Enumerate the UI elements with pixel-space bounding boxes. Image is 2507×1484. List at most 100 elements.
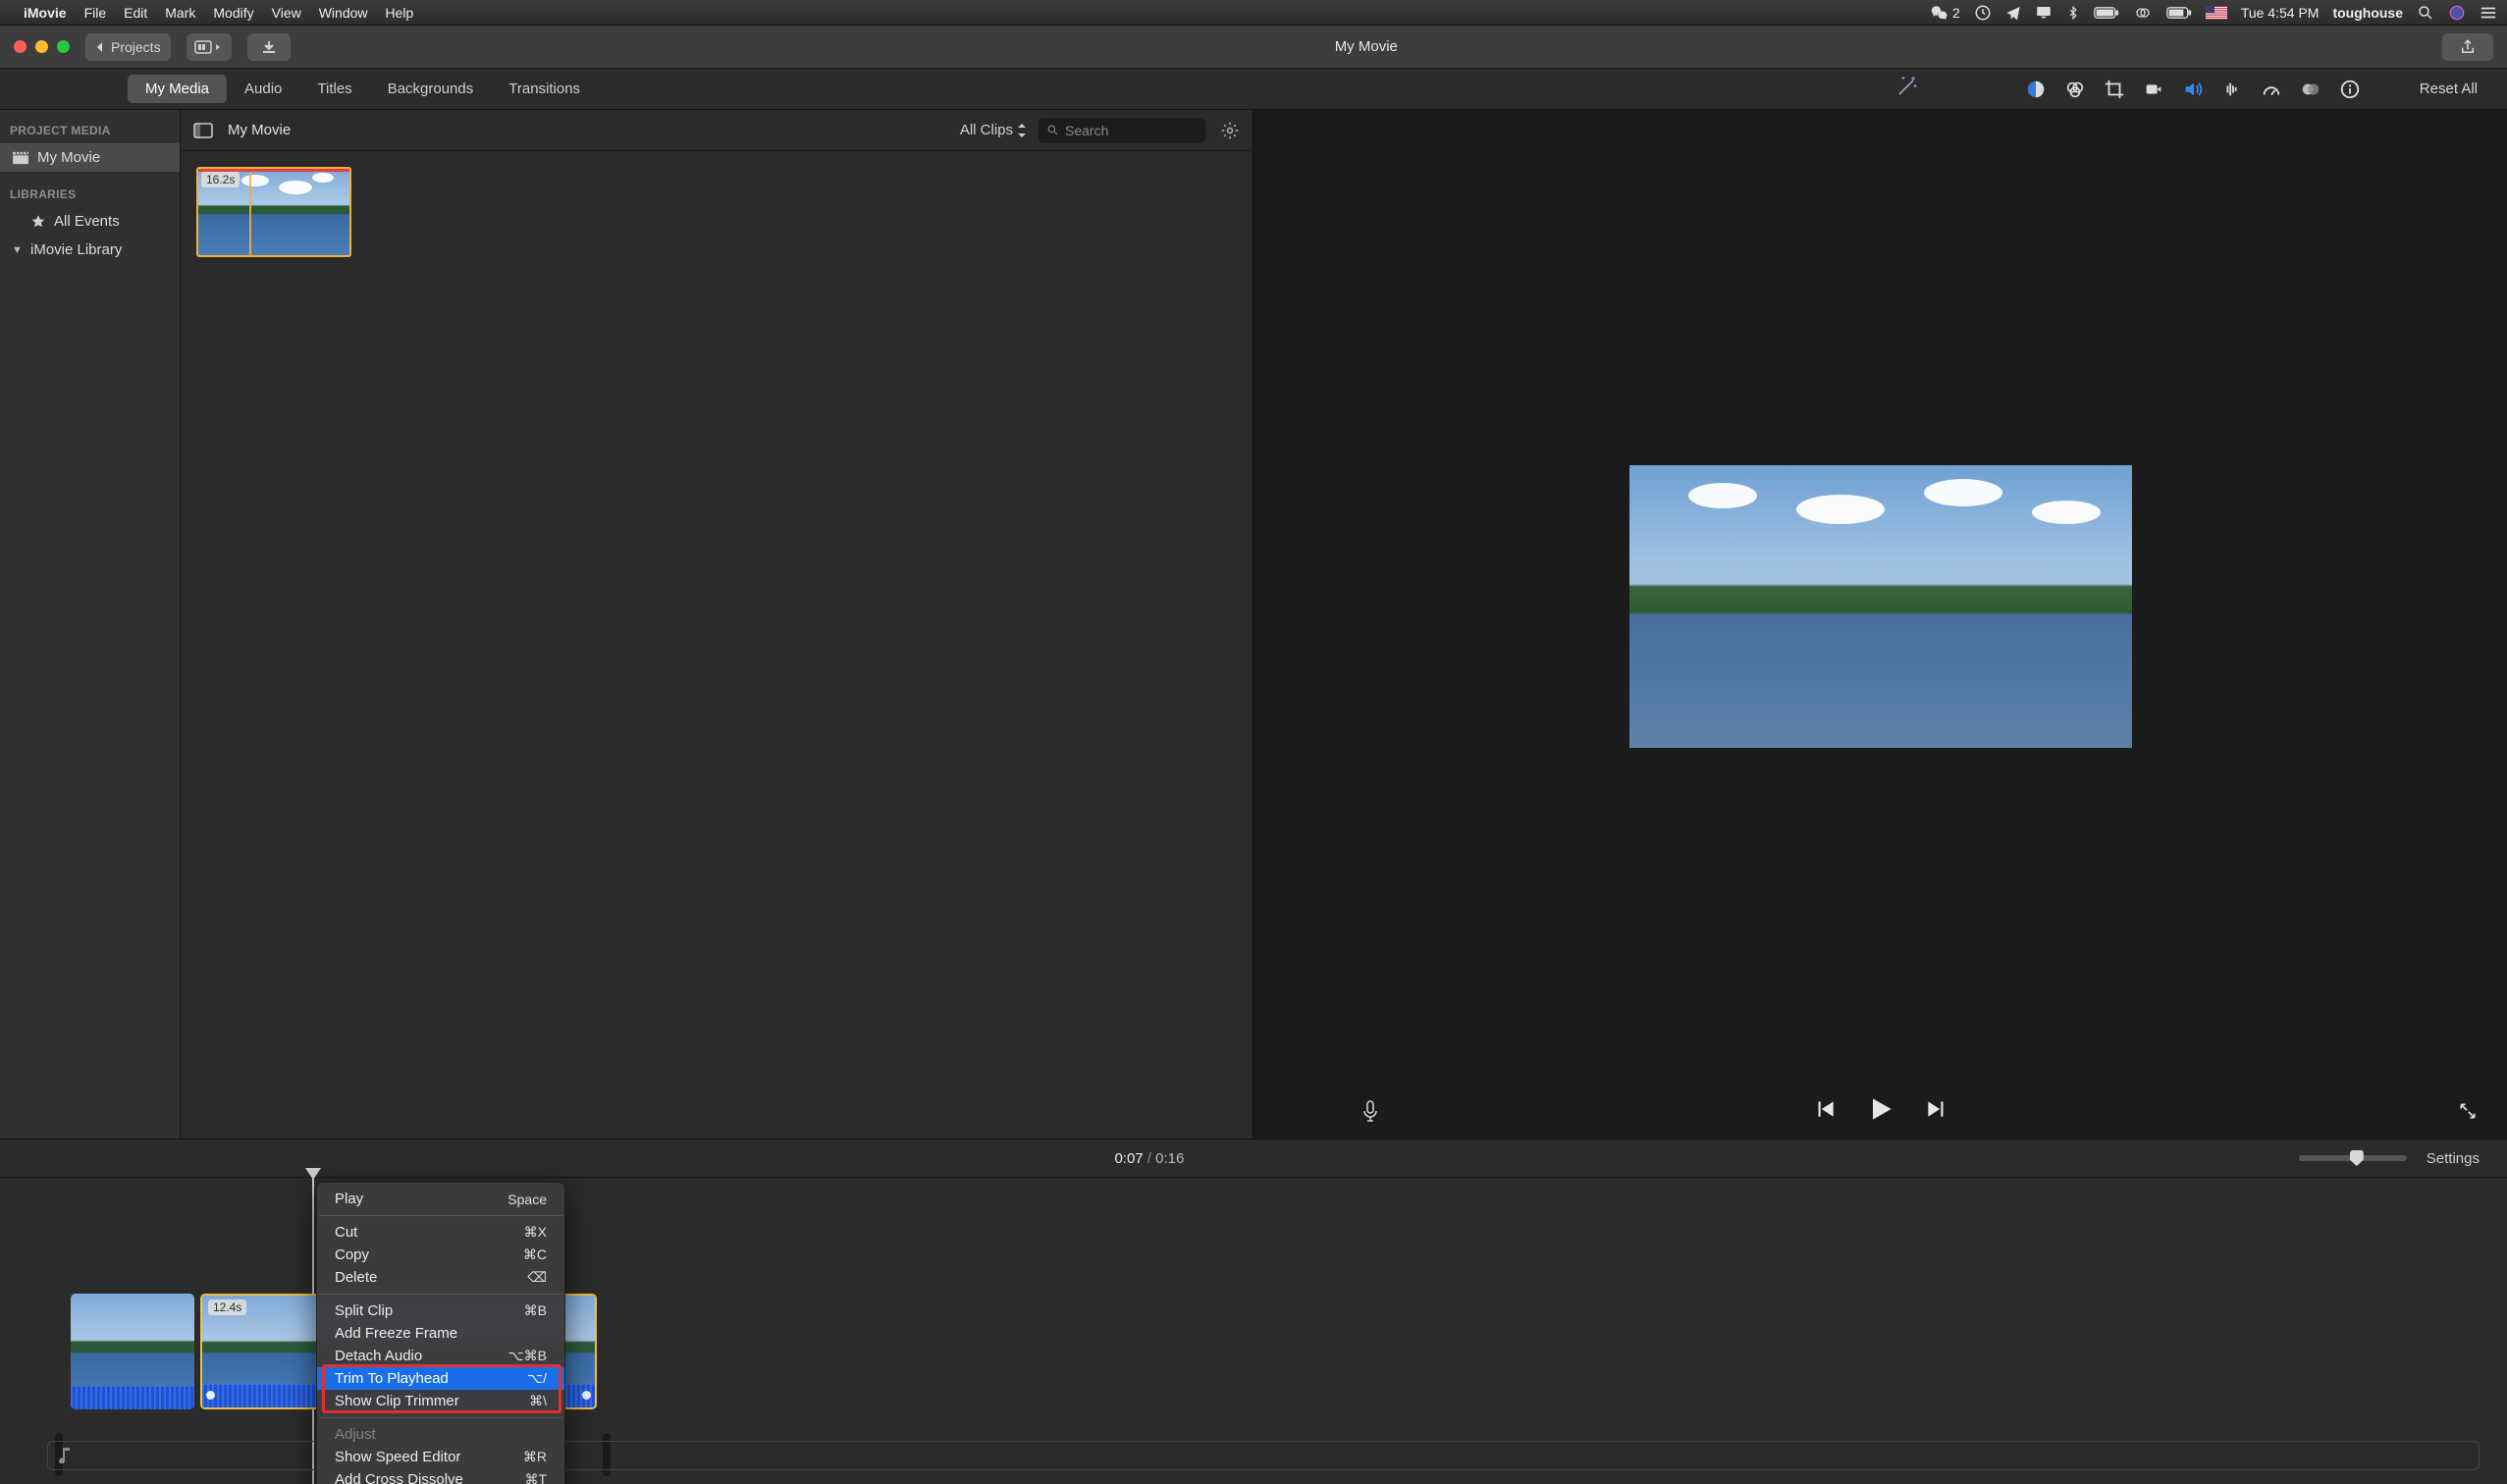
clapper-icon [12, 151, 29, 165]
window-title: My Movie [291, 38, 2442, 55]
clip-context-menu: PlaySpace Cut⌘X Copy⌘C Delete⌫ Split Cli… [316, 1182, 565, 1484]
timeline[interactable]: 12.4s PlaySpace Cut⌘X Copy⌘C Delete⌫ Spl… [0, 1178, 2507, 1484]
ctx-show-speed-editor[interactable]: Show Speed Editor⌘R [317, 1446, 564, 1468]
browser-settings-button[interactable] [1217, 118, 1243, 143]
clip-duration-badge: 12.4s [208, 1299, 246, 1315]
browser-tabs: My Media Audio Titles Backgrounds Transi… [128, 75, 598, 103]
timeline-zoom-slider[interactable] [2299, 1155, 2407, 1161]
battery-outline-icon[interactable] [2166, 6, 2192, 20]
tab-backgrounds[interactable]: Backgrounds [370, 75, 492, 103]
tab-audio[interactable]: Audio [227, 75, 299, 103]
playback-controls [1254, 1084, 2507, 1139]
timeline-clip[interactable] [71, 1294, 194, 1409]
ctx-adjust: Adjust [317, 1423, 564, 1446]
menubar-clock[interactable]: Tue 4:54 PM [2241, 5, 2320, 21]
star-icon [30, 214, 46, 230]
ctx-add-cross-dissolve[interactable]: Add Cross Dissolve⌘T [317, 1468, 564, 1484]
battery-icon[interactable] [2094, 6, 2119, 20]
fullscreen-button[interactable] [2458, 1101, 2478, 1121]
tab-transitions[interactable]: Transitions [491, 75, 598, 103]
menu-mark[interactable]: Mark [165, 5, 195, 21]
library-view-button[interactable] [187, 33, 232, 61]
ctx-delete[interactable]: Delete⌫ [317, 1266, 564, 1289]
crop-icon[interactable] [2104, 79, 2125, 100]
disclosure-triangle-icon[interactable]: ▼ [12, 244, 23, 256]
sidebar-item-my-movie[interactable]: My Movie [0, 143, 180, 172]
menu-help[interactable]: Help [386, 5, 414, 21]
ctx-add-freeze-frame[interactable]: Add Freeze Frame [317, 1322, 564, 1345]
tab-my-media[interactable]: My Media [128, 75, 227, 103]
menu-window[interactable]: Window [319, 5, 368, 21]
voiceover-button[interactable] [1361, 1100, 1379, 1122]
zoom-window-button[interactable] [57, 40, 70, 53]
menu-file[interactable]: File [84, 5, 107, 21]
noise-reduction-icon[interactable] [2221, 79, 2243, 100]
minimize-window-button[interactable] [35, 40, 48, 53]
menu-edit[interactable]: Edit [124, 5, 147, 21]
preview-pane [1254, 110, 2507, 1139]
sidebar-label: My Movie [37, 149, 100, 166]
preview-video[interactable] [1629, 465, 2132, 748]
import-button[interactable] [247, 33, 291, 61]
timeline-infobar: 0:07 / 0:16 Settings [0, 1139, 2507, 1178]
siri-icon[interactable] [2448, 4, 2466, 22]
sidebar-item-all-events[interactable]: All Events [0, 207, 180, 236]
color-correction-icon[interactable] [2064, 79, 2086, 100]
menu-view[interactable]: View [272, 5, 301, 21]
audio-keyframe-icon[interactable] [206, 1391, 215, 1400]
sidebar-header-libraries: LIBRARIES [0, 182, 180, 207]
library-sidebar: PROJECT MEDIA My Movie LIBRARIES All Eve… [0, 110, 181, 1139]
clip-duration-badge: 16.2s [201, 172, 240, 187]
media-clip-thumbnail[interactable]: 16.2s [196, 167, 351, 257]
telegram-icon[interactable] [2005, 5, 2021, 21]
info-icon[interactable] [2339, 79, 2361, 100]
menubar-user[interactable]: toughouse [2332, 5, 2403, 21]
ctx-cut[interactable]: Cut⌘X [317, 1221, 564, 1244]
clip-filter-dropdown[interactable]: All Clips [960, 122, 1027, 138]
macos-menubar: iMovie File Edit Mark Modify View Window… [0, 0, 2507, 26]
ctx-trim-to-playhead[interactable]: Trim To Playhead⌥/ [317, 1367, 564, 1390]
toggle-sidebar-button[interactable] [190, 118, 216, 143]
display-icon[interactable] [2035, 4, 2053, 22]
sidebar-label: All Events [54, 213, 120, 230]
close-window-button[interactable] [14, 40, 27, 53]
menu-modify[interactable]: Modify [213, 5, 253, 21]
vpn-icon[interactable] [2133, 5, 2153, 21]
bluetooth-icon[interactable] [2066, 4, 2080, 22]
enhance-magic-wand-button[interactable] [1878, 75, 1937, 103]
share-button[interactable] [2442, 33, 2493, 61]
sidebar-item-imovie-library[interactable]: ▼ iMovie Library [0, 236, 180, 264]
volume-icon[interactable] [2182, 79, 2204, 100]
browser-toolbar: My Media Audio Titles Backgrounds Transi… [0, 69, 2507, 110]
spotlight-icon[interactable] [2417, 4, 2434, 22]
app-menu[interactable]: iMovie [24, 5, 67, 21]
back-to-projects-button[interactable]: Projects [85, 33, 171, 61]
next-frame-button[interactable] [1924, 1096, 1949, 1127]
do-not-disturb-icon[interactable] [1974, 4, 1992, 22]
ctx-detach-audio[interactable]: Detach Audio⌥⌘B [317, 1345, 564, 1367]
ctx-split-clip[interactable]: Split Clip⌘B [317, 1299, 564, 1322]
tab-titles[interactable]: Titles [299, 75, 369, 103]
ctx-copy[interactable]: Copy⌘C [317, 1244, 564, 1266]
ctx-show-clip-trimmer[interactable]: Show Clip Trimmer⌘\ [317, 1390, 564, 1412]
prev-frame-button[interactable] [1812, 1096, 1838, 1127]
search-input[interactable]: Search [1039, 118, 1205, 143]
sidebar-label: iMovie Library [30, 241, 122, 258]
back-label: Projects [111, 39, 161, 55]
audio-keyframe-icon[interactable] [582, 1391, 591, 1400]
speed-icon[interactable] [2261, 79, 2282, 100]
notification-center-icon[interactable] [2480, 5, 2497, 21]
timeline-settings-button[interactable]: Settings [2427, 1150, 2480, 1167]
playhead-time: 0:07 / 0:16 [1114, 1150, 1184, 1167]
reset-all-button[interactable]: Reset All [2420, 80, 2478, 97]
video-effects-icon[interactable] [2300, 79, 2321, 100]
wechat-menubar-icon[interactable]: 2 [1931, 4, 1960, 22]
stabilization-icon[interactable] [2143, 79, 2164, 100]
ctx-play[interactable]: PlaySpace [317, 1188, 564, 1210]
inspector-icons [2025, 79, 2380, 100]
sidebar-header-project: PROJECT MEDIA [0, 118, 180, 143]
play-button[interactable] [1865, 1093, 1896, 1130]
breadcrumb: My Movie [228, 122, 291, 138]
color-balance-icon[interactable] [2025, 79, 2047, 100]
input-flag-icon[interactable] [2206, 6, 2227, 20]
